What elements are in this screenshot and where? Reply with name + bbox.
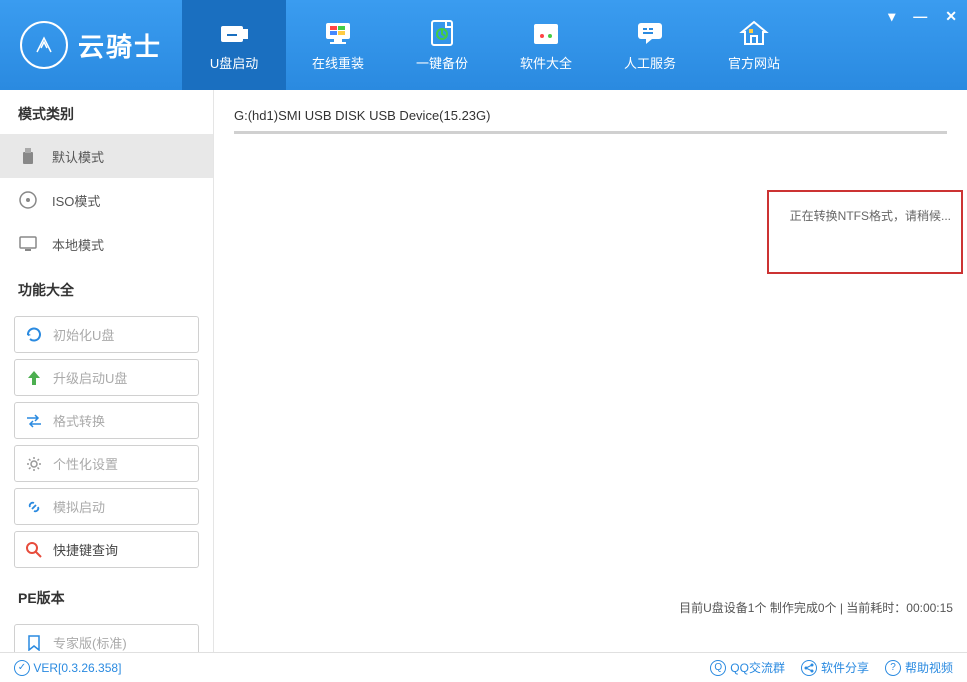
func-simulate-boot[interactable]: 模拟启动 [14,488,199,525]
logo-area: 云骑士 [0,21,182,69]
pe-label: 专家版(标准) [53,633,127,652]
mode-label: ISO模式 [52,191,100,210]
footer-link-qq[interactable]: Q QQ交流群 [710,659,785,676]
search-icon [25,541,43,559]
func-label: 初始化U盘 [53,325,114,344]
footer: ✓ VER[0.3.26.358] Q QQ交流群 软件分享 ? 帮助视频 [0,652,967,682]
link-icon [25,498,43,516]
arrow-up-icon [25,369,43,387]
func-label: 格式转换 [53,411,105,430]
pe-expert-standard[interactable]: 专家版(标准) [14,624,199,652]
device-label: G:(hd1)SMI USB DISK USB Device(15.23G) [234,108,947,123]
progress-bar [234,131,947,134]
func-init-usb[interactable]: 初始化U盘 [14,316,199,353]
nav-tabs: U盘启动 在线重装 一键备份 软件大全 人工服务 [182,0,806,90]
func-format-convert[interactable]: 格式转换 [14,402,199,439]
monitor-icon [320,19,356,47]
nav-label: 软件大全 [520,53,572,72]
sidebar: 模式类别 默认模式 ISO模式 本地模式 功能大全 初始化U [0,90,214,652]
status-text: 正在转换NTFS格式，请稍候... [779,207,951,224]
menu-icon[interactable]: ▾ [888,8,895,25]
footer-links: Q QQ交流群 软件分享 ? 帮助视频 [710,659,953,676]
nav-tab-backup[interactable]: 一键备份 [390,0,494,90]
monitor-outline-icon [18,234,38,254]
refresh-doc-icon [424,19,460,47]
nav-label: U盘启动 [210,53,258,72]
nav-label: 官方网站 [728,53,780,72]
main-content: G:(hd1)SMI USB DISK USB Device(15.23G) 正… [214,90,967,652]
func-hotkey-query[interactable]: 快捷键查询 [14,531,199,568]
chat-icon [632,19,668,47]
footer-link-help[interactable]: ? 帮助视频 [885,659,953,676]
status-bar: 目前U盘设备1个 制作完成0个 | 当前耗时：00:00:15 [679,593,953,622]
footer-link-share[interactable]: 软件分享 [801,659,869,676]
disc-icon [18,190,38,210]
app-name: 云骑士 [78,27,162,64]
func-label: 升级启动U盘 [53,368,127,387]
func-upgrade-usb[interactable]: 升级启动U盘 [14,359,199,396]
mode-section-title: 模式类别 [0,90,213,134]
box-icon [528,19,564,47]
nav-tab-software[interactable]: 软件大全 [494,0,598,90]
usb-disk-icon [18,146,38,166]
close-icon[interactable]: ✕ [945,8,957,25]
mode-default[interactable]: 默认模式 [0,134,213,178]
version-info[interactable]: ✓ VER[0.3.26.358] [14,660,121,676]
nav-label: 在线重装 [312,53,364,72]
share-icon [801,660,817,676]
nav-tab-usb-boot[interactable]: U盘启动 [182,0,286,90]
func-label: 模拟启动 [53,497,105,516]
nav-tab-website[interactable]: 官方网站 [702,0,806,90]
link-label: 软件分享 [821,659,869,676]
func-label: 快捷键查询 [53,540,118,559]
nav-tab-service[interactable]: 人工服务 [598,0,702,90]
mode-label: 本地模式 [52,235,104,254]
logo-icon [20,21,68,69]
func-label: 个性化设置 [53,454,118,473]
swap-icon [25,412,43,430]
bookmark-icon [25,634,43,652]
help-icon: ? [885,660,901,676]
gear-icon [25,455,43,473]
refresh-icon [25,326,43,344]
func-section-title: 功能大全 [0,266,213,310]
nav-label: 一键备份 [416,53,468,72]
window-controls: ▾ — ✕ [888,8,957,25]
home-icon [736,19,772,47]
nav-tab-online-reinstall[interactable]: 在线重装 [286,0,390,90]
status-highlight-box: 正在转换NTFS格式，请稍候... [767,190,963,274]
func-personalize[interactable]: 个性化设置 [14,445,199,482]
header: 云骑士 U盘启动 在线重装 一键备份 软件大全 [0,0,967,90]
link-label: 帮助视频 [905,659,953,676]
mode-local[interactable]: 本地模式 [0,222,213,266]
mode-iso[interactable]: ISO模式 [0,178,213,222]
usb-icon [216,19,252,47]
link-label: QQ交流群 [730,659,785,676]
version-icon: ✓ [14,660,30,676]
mode-label: 默认模式 [52,147,104,166]
minimize-icon[interactable]: — [913,8,927,25]
version-text: VER[0.3.26.358] [33,661,121,675]
qq-icon: Q [710,660,726,676]
nav-label: 人工服务 [624,53,676,72]
body-area: 模式类别 默认模式 ISO模式 本地模式 功能大全 初始化U [0,90,967,652]
pe-section-title: PE版本 [0,574,213,618]
